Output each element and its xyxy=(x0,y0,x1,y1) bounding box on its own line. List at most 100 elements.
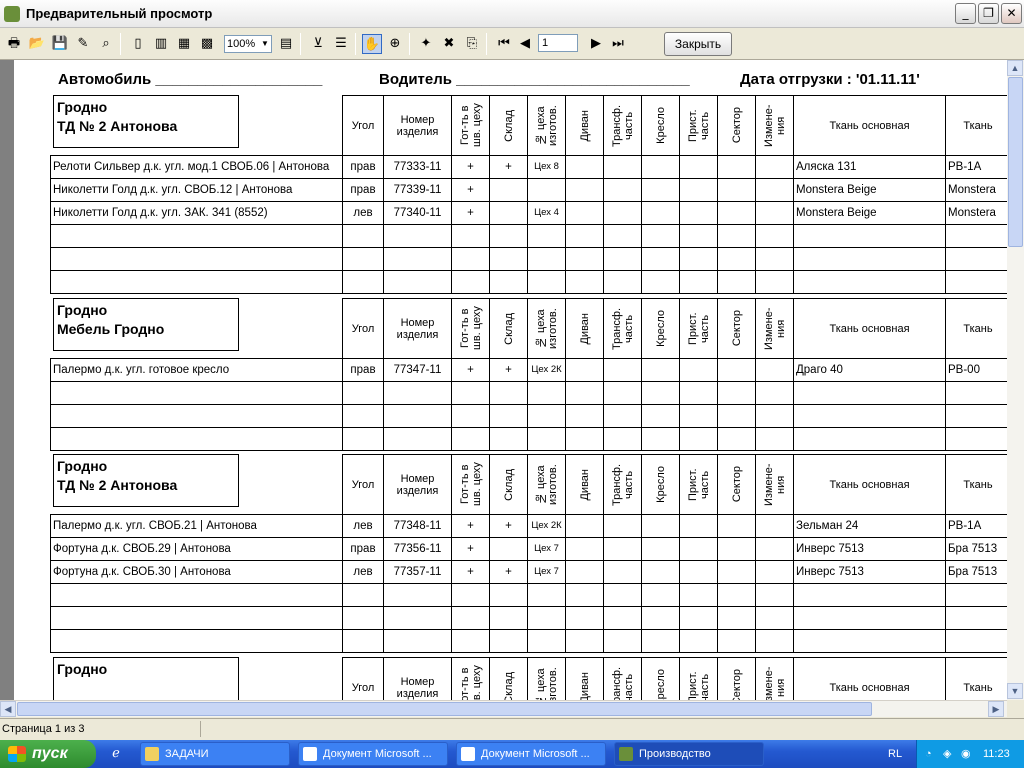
cell-nomer: 77357-11 xyxy=(383,561,451,583)
cell-ugol xyxy=(342,607,383,629)
one-page-icon[interactable]: ▯ xyxy=(128,34,148,54)
prev-page-icon[interactable]: ◀ xyxy=(515,34,535,54)
cell-tkan xyxy=(793,248,945,270)
open-icon[interactable]: 📂 xyxy=(27,34,47,54)
cell-transf xyxy=(603,225,641,247)
column-header-label: Кресло xyxy=(654,669,667,700)
cell-sklad: + xyxy=(489,359,527,381)
cell-prist xyxy=(679,202,717,224)
zoom-in-icon[interactable]: ⊕ xyxy=(385,34,405,54)
horizontal-scroll-thumb[interactable] xyxy=(17,702,872,716)
cell-tseh xyxy=(527,428,565,450)
cell-sektor xyxy=(717,515,755,537)
cell-ugol xyxy=(342,405,383,427)
product-name: Николетти Голд д.к. угл. СВОБ.12 | Антон… xyxy=(50,179,342,201)
scroll-right-icon[interactable]: ▶ xyxy=(988,701,1004,717)
cell-gotov: + xyxy=(451,359,489,381)
task-zadachi[interactable]: ЗАДАЧИ xyxy=(140,742,290,766)
cell-ugol xyxy=(342,225,383,247)
group-client: Мебель Гродно xyxy=(57,321,165,337)
cell-izmen xyxy=(755,359,793,381)
group-city: Гродно xyxy=(57,99,108,115)
column-header-tkan: Ткань основная xyxy=(793,95,945,155)
two-pages-icon[interactable]: ▥ xyxy=(151,34,171,54)
page-number-input[interactable]: 1 xyxy=(538,34,578,52)
close-button[interactable]: Закрыть xyxy=(664,32,732,56)
hand-tool-icon[interactable]: ✋ xyxy=(362,34,382,54)
column-header-divan: Диван xyxy=(565,657,603,700)
column-header-sektor: Сектор xyxy=(717,298,755,358)
page-grid-icon[interactable]: ▦ xyxy=(174,34,194,54)
task-production[interactable]: Производство xyxy=(614,742,764,766)
ie-icon[interactable]: ℯ xyxy=(106,744,126,764)
status-bar: Страница 1 из 3 xyxy=(0,718,1024,740)
start-button[interactable]: пуск xyxy=(0,740,96,768)
language-indicator[interactable]: RL xyxy=(888,740,902,768)
column-header-sklad: Склад xyxy=(489,298,527,358)
maximize-button[interactable]: ❐ xyxy=(978,3,999,24)
zoom-select[interactable]: 100% ▼ xyxy=(224,35,272,53)
cell-sektor xyxy=(717,428,755,450)
cell-sklad xyxy=(489,584,527,606)
cell-izmen xyxy=(755,561,793,583)
first-page-icon[interactable]: ⏮ xyxy=(494,34,514,54)
column-header-label: Измене-ния xyxy=(762,307,787,350)
cell-sektor xyxy=(717,584,755,606)
cell-tkan: Драго 40 xyxy=(793,359,945,381)
column-header-sektor: Сектор xyxy=(717,454,755,514)
column-header-ugol: Угол xyxy=(342,657,383,700)
preview-area[interactable]: Автомобиль ____________________ Водитель… xyxy=(0,60,1007,700)
column-header-label: Номер изделия xyxy=(396,316,439,341)
column-header-transf: Трансф. часть xyxy=(603,454,641,514)
cell-prist xyxy=(679,428,717,450)
cell-tseh: Цех 8 xyxy=(527,156,565,178)
tray-icon-3: ◉ xyxy=(961,748,971,760)
column-header-label: Прист. часть xyxy=(686,671,711,700)
tree-icon[interactable]: ☰ xyxy=(331,34,351,54)
last-page-icon[interactable]: ⏭ xyxy=(608,34,628,54)
close-window-button[interactable]: ✕ xyxy=(1001,3,1022,24)
cell-kreslo xyxy=(641,271,679,293)
edit-page-icon[interactable]: ⎘ xyxy=(462,34,482,54)
cell-tseh xyxy=(527,630,565,652)
vertical-scrollbar[interactable]: ▲ ▼ xyxy=(1007,60,1024,700)
minimize-button[interactable]: _ xyxy=(955,3,976,24)
print-icon[interactable]: 🖶 xyxy=(4,34,24,54)
table-row xyxy=(50,427,1007,450)
next-page-icon[interactable]: ▶ xyxy=(586,34,606,54)
page-width-icon[interactable]: ▤ xyxy=(276,34,296,54)
cell-gotov: + xyxy=(451,156,489,178)
cell-nomer xyxy=(383,405,451,427)
cell-izmen xyxy=(755,405,793,427)
column-header-label: Диван xyxy=(578,671,591,700)
shipment-date: Дата отгрузки : '01.11.11' xyxy=(740,71,920,88)
horizontal-scrollbar[interactable]: ◀ ▶ xyxy=(0,700,1007,717)
multi-page-icon[interactable]: ▩ xyxy=(197,34,217,54)
new-page-icon[interactable]: ✦ xyxy=(416,34,436,54)
task-word-2[interactable]: Документ Microsoft ... xyxy=(456,742,606,766)
scroll-left-icon[interactable]: ◀ xyxy=(0,701,16,717)
cell-tkan2 xyxy=(945,225,1007,247)
outline-icon[interactable]: ⊻ xyxy=(308,34,328,54)
table-row: Николетти Голд д.к. угл. СВОБ.12 | Антон… xyxy=(50,178,1007,201)
column-header-label: Номер изделия xyxy=(396,113,439,138)
cell-gotov: + xyxy=(451,179,489,201)
cell-sektor xyxy=(717,156,755,178)
save-icon[interactable]: 💾 xyxy=(50,34,70,54)
cell-tseh xyxy=(527,179,565,201)
cell-ugol xyxy=(342,382,383,404)
cell-ugol: лев xyxy=(342,202,383,224)
cell-divan xyxy=(565,156,603,178)
scroll-down-icon[interactable]: ▼ xyxy=(1007,683,1023,699)
column-header-label: Кресло xyxy=(654,107,667,144)
cell-gotov xyxy=(451,382,489,404)
scroll-up-icon[interactable]: ▲ xyxy=(1007,60,1023,76)
driver-label: Водитель ____________________________ xyxy=(379,71,690,88)
delete-page-icon[interactable]: ✖ xyxy=(439,34,459,54)
export-icon[interactable]: ✎ xyxy=(73,34,93,54)
vertical-scroll-thumb[interactable] xyxy=(1008,77,1023,247)
task-word-1[interactable]: Документ Microsoft ... xyxy=(298,742,448,766)
find-icon[interactable]: ⌕ xyxy=(96,34,116,54)
product-name xyxy=(50,382,342,404)
cell-ugol: прав xyxy=(342,538,383,560)
